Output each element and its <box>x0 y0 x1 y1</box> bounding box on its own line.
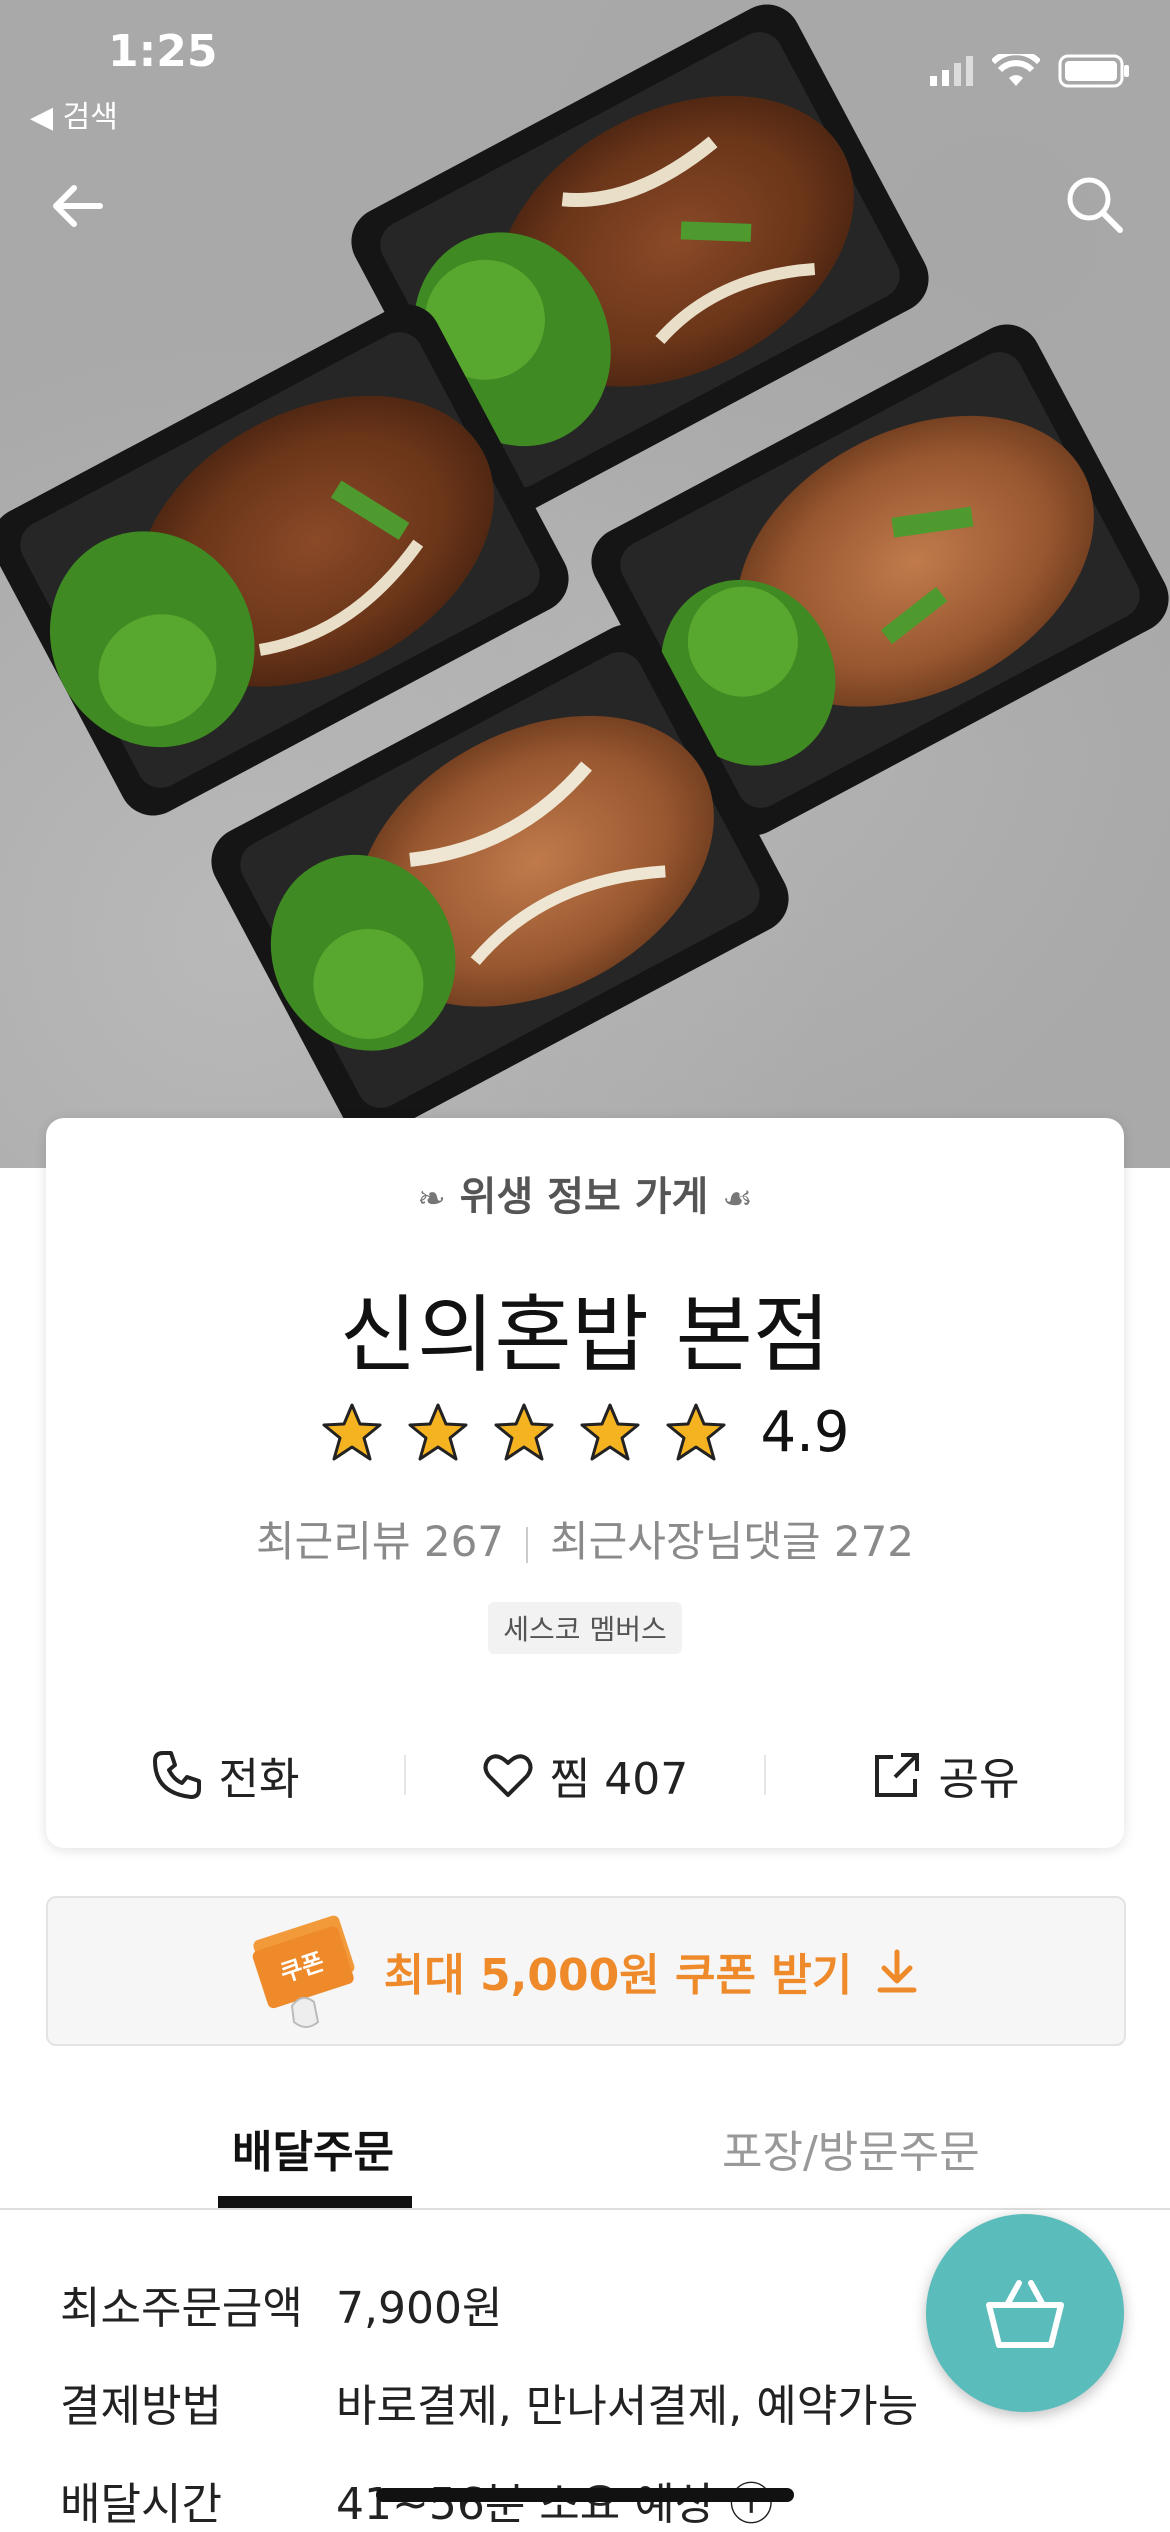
star-icon <box>322 1403 382 1460</box>
cesco-badge: 세스코 멤버스 <box>488 1602 682 1654</box>
min-order-value: 7,900원 <box>336 2283 503 2334</box>
store-info-card: ❧ 위생 정보 가게 ☙ 신의혼밥 본점 4.9 최근리뷰 267 최근사장님댓글… <box>46 1118 1124 1848</box>
payment-value: 바로결제, 만나서결제, 예약가능 <box>336 2381 919 2432</box>
order-type-tabs: 배달주문 포장/방문주문 <box>0 2092 1170 2210</box>
basket-icon <box>986 2280 1064 2348</box>
search-icon[interactable] <box>1062 172 1126 236</box>
hygiene-info-label[interactable]: ❧ 위생 정보 가게 ☙ <box>46 1164 1124 1222</box>
share-button[interactable]: 공유 <box>766 1743 1124 1807</box>
coupon-stamp-icon: 쿠폰 <box>252 1915 355 2028</box>
favorite-label: 찜 407 <box>549 1754 689 1805</box>
star-icon <box>408 1403 468 1460</box>
payment-label: 결제방법 <box>60 2381 222 2432</box>
hygiene-text: 위생 정보 가게 <box>459 1174 709 1220</box>
laurel-left-icon: ❧ <box>417 1179 446 1219</box>
rating-row: 4.9 <box>46 1400 1124 1465</box>
delivery-time-value[interactable]: 41~56분 소요 예상 ⓘ <box>336 2479 773 2530</box>
share-label: 공유 <box>938 1754 1020 1805</box>
store-hero-image: 1:25 ◀ 검색 <box>0 0 1170 1168</box>
min-order-label: 최소주문금액 <box>60 2283 303 2334</box>
owner-replies-count[interactable]: 최근사장님댓글 272 <box>550 1517 914 1566</box>
rating-value: 4.9 <box>760 1400 850 1465</box>
signal-icon <box>930 56 973 86</box>
share-icon <box>874 1753 919 1797</box>
favorite-button[interactable]: 찜 407 <box>406 1743 764 1807</box>
tab-delivery[interactable]: 배달주문 <box>232 2116 394 2180</box>
recent-reviews-count[interactable]: 최근리뷰 267 <box>256 1517 504 1566</box>
coupon-label: 최대 5,000원 쿠폰 받기 <box>383 1950 853 2001</box>
back-arrow-icon[interactable] <box>48 176 108 236</box>
home-indicator <box>376 2488 794 2502</box>
download-icon <box>877 1949 917 1993</box>
phone-icon <box>152 1751 201 1799</box>
food-photo <box>0 4 1169 1136</box>
back-to-app-link[interactable]: ◀ 검색 <box>30 92 118 136</box>
status-icons <box>930 54 1130 88</box>
status-time: 1:25 <box>108 26 218 77</box>
active-tab-indicator <box>218 2196 412 2208</box>
divider <box>526 1526 529 1563</box>
store-name: 신의혼밥 본점 <box>339 1286 831 1384</box>
wifi-icon <box>992 54 1040 86</box>
heart-icon <box>483 1754 533 1797</box>
cart-button[interactable] <box>926 2214 1124 2412</box>
call-button[interactable]: 전화 <box>46 1743 404 1807</box>
laurel-right-icon: ☙ <box>722 1179 753 1219</box>
battery-icon <box>1058 54 1129 88</box>
star-icon <box>494 1403 554 1460</box>
tab-pickup[interactable]: 포장/방문주문 <box>722 2116 980 2180</box>
star-icon <box>666 1403 726 1460</box>
star-icon <box>580 1403 640 1460</box>
coupon-banner[interactable]: 쿠폰 최대 5,000원 쿠폰 받기 <box>46 1896 1126 2046</box>
min-order-row: 최소주문금액 7,900원 <box>60 2272 502 2336</box>
review-stats[interactable]: 최근리뷰 267 최근사장님댓글 272 <box>46 1508 1124 1569</box>
call-label: 전화 <box>218 1754 300 1805</box>
store-actions: 전화 찜 407 공유 <box>46 1730 1124 1820</box>
delivery-time-label: 배달시간 <box>60 2479 222 2530</box>
payment-row: 결제방법 바로결제, 만나서결제, 예약가능 <box>60 2370 918 2434</box>
